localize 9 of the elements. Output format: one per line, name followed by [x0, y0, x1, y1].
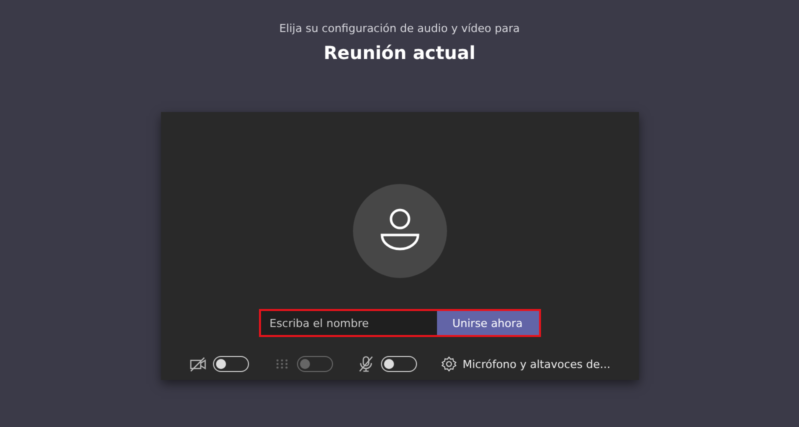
- device-settings-button[interactable]: Micrófono y altavoces de...: [440, 356, 610, 372]
- gear-icon: [440, 356, 457, 372]
- microphone-off-icon: [356, 355, 375, 373]
- camera-off-icon: [188, 355, 207, 373]
- meeting-title: Reunión actual: [324, 43, 476, 64]
- avatar-icon: [352, 183, 448, 279]
- name-input-field[interactable]: Escriba el nombre: [260, 311, 436, 335]
- subtitle: Elija su configuración de audio y vídeo para: [279, 22, 520, 35]
- join-now-button[interactable]: Unirse ahora: [436, 311, 538, 335]
